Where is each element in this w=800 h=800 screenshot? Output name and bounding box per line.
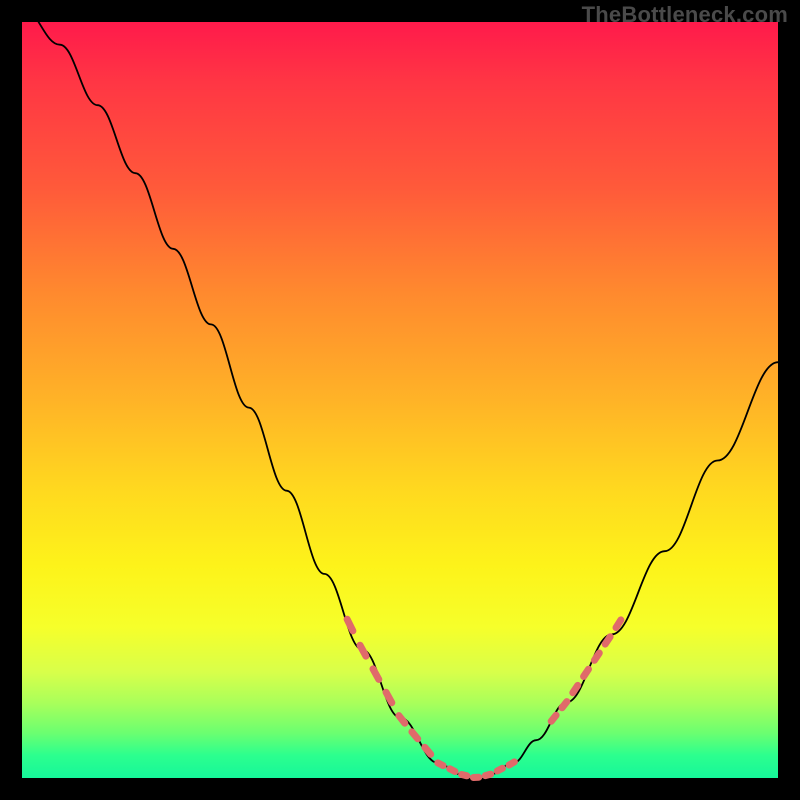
highlight-dash (551, 715, 556, 721)
highlight-dash (605, 637, 610, 644)
highlight-dash (412, 732, 418, 739)
chart-frame: TheBottleneck.com (0, 0, 800, 800)
highlight-dash (497, 768, 502, 771)
highlight-dash (616, 620, 621, 628)
highlight-dash (438, 763, 443, 766)
bottleneck-curve (22, 7, 778, 778)
highlight-dash (462, 775, 467, 776)
highlight-dash (360, 645, 366, 656)
highlight-dash (450, 769, 455, 772)
highlight-dash (573, 685, 578, 692)
plot-area (22, 22, 778, 778)
highlight-dash (562, 702, 567, 708)
highlight-markers (347, 619, 621, 777)
highlight-dash (594, 653, 599, 660)
curve-svg (22, 22, 778, 778)
highlight-dash (485, 774, 490, 775)
highlight-dash (584, 669, 589, 676)
highlight-dash (399, 716, 405, 724)
highlight-dash (373, 669, 379, 680)
highlight-dash (509, 762, 514, 765)
highlight-dash (425, 747, 431, 754)
